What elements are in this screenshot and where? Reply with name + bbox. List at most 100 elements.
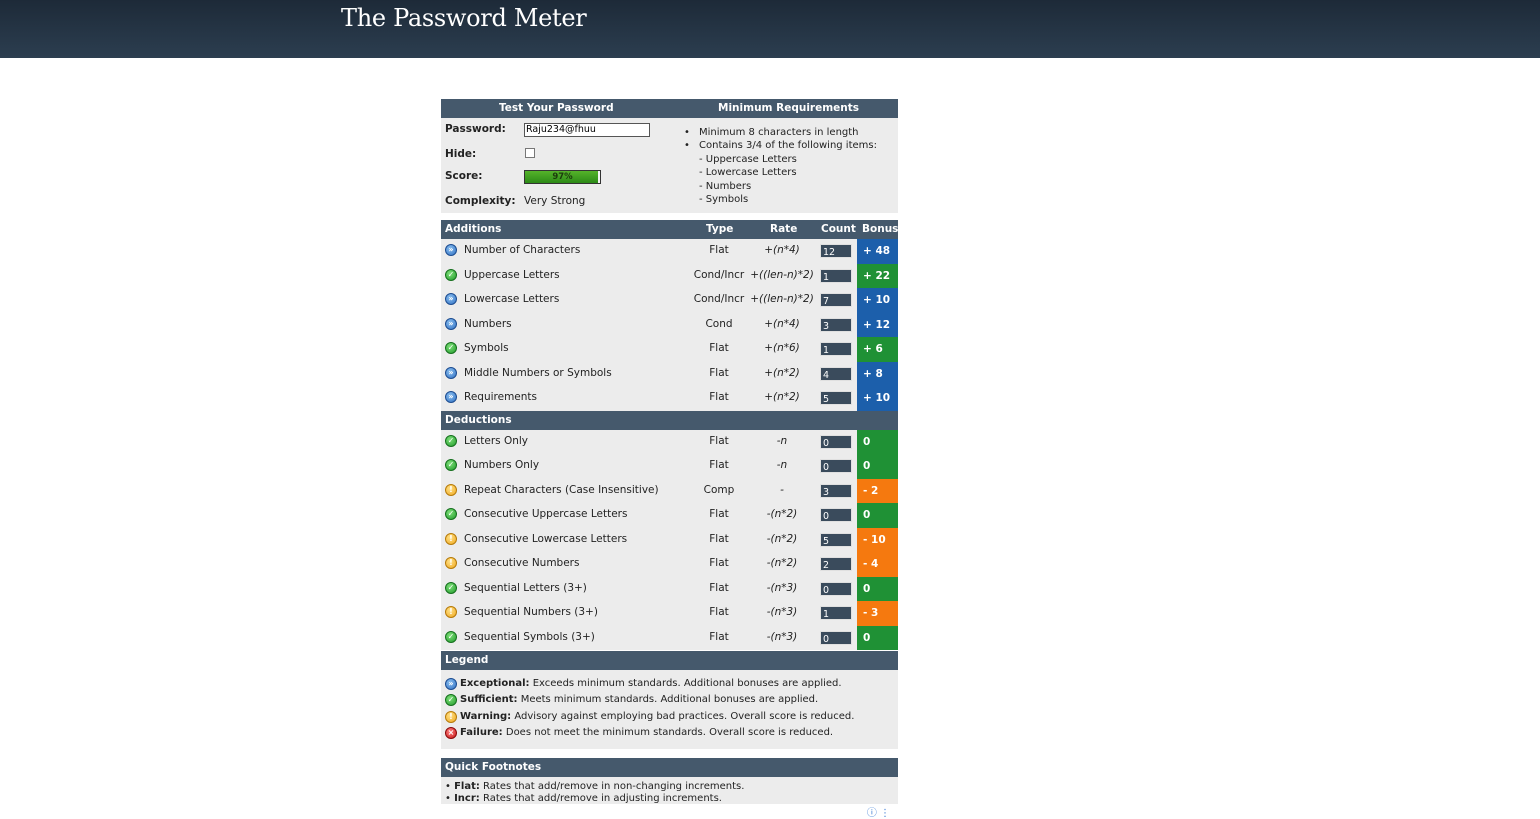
site-header: The Password Meter [0,0,1540,58]
hide-label: Hide: [445,148,477,160]
legend-term: Exceptional: [460,678,530,689]
type-column-header: Type [706,223,734,235]
criterion-bonus: + 10 [857,386,898,411]
additions-header: Additions Type Rate Count Bonus [441,220,898,239]
criterion-name: Consecutive Lowercase Letters [464,532,628,545]
score-row: ! Consecutive Numbers Flat -(n*2) 2- 4 [441,552,898,577]
exceptional-icon: » [445,391,457,403]
score-row: » Number of Characters Flat +(n*4) 12 + 48 [441,239,898,264]
sufficient-icon: ✓ [445,459,457,471]
footnotes-header: Quick Footnotes [441,758,898,777]
failure-icon: × [445,726,457,739]
legend-description: Advisory against employing bad practices… [511,710,855,722]
criterion-count[interactable]: 5 [820,391,852,405]
criterion-name: Sequential Letters (3+) [464,581,587,594]
ad-info-icon[interactable]: ⓘ ⋮ [867,804,890,819]
criterion-count[interactable]: 7 [820,293,852,307]
sufficient-icon: ✓ [445,508,457,520]
password-input[interactable]: Raju234@fhuu [524,123,650,137]
criterion-count[interactable]: 2 [820,557,852,571]
criterion-bonus: + 8 [857,361,898,386]
criterion-bonus: 0 [857,454,898,479]
legend-description: Does not meet the minimum standards. Ove… [502,726,834,738]
requirement-item: - Symbols [699,194,749,206]
test-password-heading: Test Your Password [499,102,614,114]
score-label: Score: [445,170,483,182]
complexity-label: Complexity: [445,195,516,207]
criterion-count[interactable]: 0 [820,459,852,473]
hide-checkbox[interactable] [525,148,535,158]
criterion-count[interactable]: 0 [820,434,852,449]
exceptional-icon: » [445,678,457,690]
legend-panel: Legend » Exceptional: Exceeds minimum sta… [441,651,898,749]
legend-description: Exceeds minimum standards. Additional bo… [529,678,842,689]
criterion-count[interactable]: 3 [820,317,852,332]
footnotes-panel: Quick Footnotes • Flat: Rates that add/r… [441,758,898,819]
footnote-description: Rates that add/remove in non-changing in… [479,781,745,792]
footnotes-title: Quick Footnotes [445,761,542,773]
criterion-rate: -(n*2) [766,508,798,520]
criterion-count[interactable]: 3 [820,483,852,498]
criterion-bonus: + 12 [857,312,898,337]
criterion-count[interactable]: 0 [820,630,852,645]
criterion-name: Lowercase Letters [464,293,560,305]
sufficient-icon: ✓ [445,694,457,707]
criterion-name: Letters Only [464,434,528,447]
legend-term: Failure: [460,726,503,738]
criterion-count[interactable]: 5 [820,532,852,547]
criterion-bonus: - 2 [857,478,898,503]
score-table: Additions Type Rate Count Bonus » Number … [441,220,898,650]
criterion-name: Number of Characters [464,244,581,256]
min-requirements-heading: Minimum Requirements [718,102,860,114]
score-row: » Numbers Cond +(n*4) 3 + 12 [441,312,898,337]
password-meter: Test Your Password Minimum Requirements … [441,99,898,819]
criterion-bonus: - 10 [857,527,898,552]
site-title[interactable]: The Password Meter [341,4,587,32]
criterion-rate: -(n*2) [766,557,798,569]
warning-icon: ! [445,557,457,569]
criterion-name: Consecutive Numbers [464,557,580,569]
exceptional-icon: » [445,293,457,305]
criterion-bonus: - 4 [857,552,898,577]
criterion-rate: +(n*2) [764,391,800,403]
criterion-count[interactable]: 0 [820,581,852,596]
criterion-name: Symbols [464,342,509,354]
score-row: ✓ Symbols Flat +(n*6) 1 + 6 [441,337,898,362]
criterion-bonus: - 3 [857,601,898,626]
score-row: ✓ Numbers Only Flat -n 0 0 [441,454,898,479]
score-row: » Middle Numbers or Symbols Flat +(n*2) 4 + 8 [441,361,898,386]
score-row: ! Repeat Characters (Case Insensitive) Com… [441,478,898,503]
deductions-rows: ✓ Letters Only Flat -n 0 0 ✓ Numbers Only Flat -n… [441,429,898,650]
criterion-count[interactable]: 1 [820,606,852,620]
criterion-bonus: + 22 [857,263,898,288]
criterion-count[interactable]: 1 [820,342,852,356]
criterion-bonus: + 6 [857,337,898,362]
criterion-bonus: 0 [857,503,898,528]
legend-description: Meets minimum standards. Additional bonu… [517,694,819,706]
sufficient-icon: ✓ [445,268,457,281]
criterion-name: Middle Numbers or Symbols [464,366,612,379]
requirement-item: Contains 3/4 of the following items: [684,139,877,152]
bonus-column-header: Bonus [862,223,899,235]
criterion-count[interactable]: 1 [820,268,852,283]
score-row: ! Consecutive Lowercase Letters Flat -(n*2)… [441,527,898,552]
footnote-item: • Flat: Rates that add/remove in non-cha… [445,781,745,792]
criterion-bonus: + 48 [857,239,898,264]
criterion-rate: -n [776,459,788,471]
criterion-rate: -n [776,434,788,447]
deductions-header: Deductions [441,410,898,430]
footnote-term: Flat: [454,781,480,792]
deductions-heading: Deductions [445,413,512,426]
criterion-count[interactable]: 12 [820,244,852,258]
score-bar: 97% [524,170,601,184]
score-row: » Requirements Flat +(n*2) 5 + 10 [441,386,898,411]
criterion-name: Numbers [464,317,512,330]
legend-header: Legend [441,651,898,670]
score-value: 97% [552,172,573,182]
criterion-bonus: 0 [857,429,898,454]
criterion-count[interactable]: 4 [820,366,852,381]
warning-icon: ! [445,606,457,618]
score-row: ✓ Uppercase Letters Cond/Incr +((len-n)*2) 1… [441,263,898,288]
criterion-name: Sequential Numbers (3+) [464,606,598,618]
criterion-count[interactable]: 0 [820,508,852,522]
